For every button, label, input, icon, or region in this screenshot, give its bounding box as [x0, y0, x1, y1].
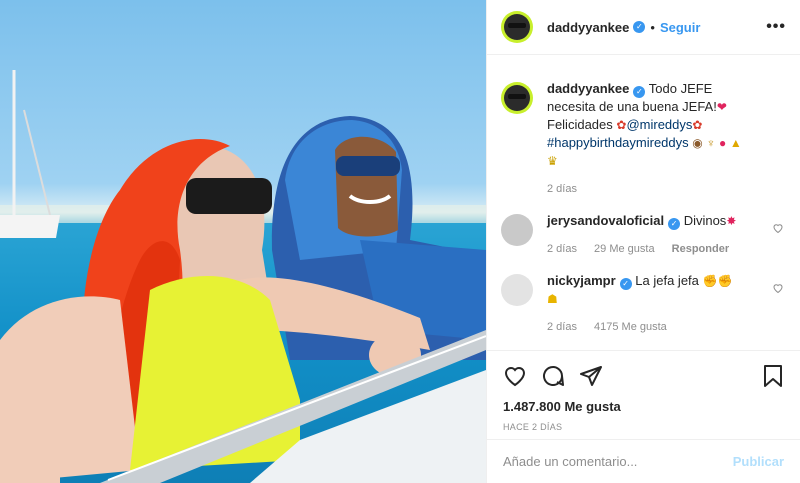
comment-text: La jefa jefa: [635, 273, 699, 288]
comment-item: jerysandovaloficial ✓ Divinos✸ 2 días 29 …: [501, 212, 784, 258]
flexed-biceps-emoji-icon: ✊: [717, 274, 733, 288]
post-date[interactable]: HACE 2 DÍAS: [503, 422, 784, 432]
caption-meta: 2 días: [547, 180, 764, 198]
comment-body: nickyjampr ✓ La jefa jefa ✊✊ ☗ 2 días 417…: [547, 272, 784, 336]
bookmark-icon[interactable]: [762, 364, 784, 388]
add-comment-bar: Publicar: [487, 439, 800, 483]
caption-body: daddyyankee ✓ Todo JEFE necesita de una b…: [547, 80, 784, 198]
post-photo[interactable]: [0, 0, 486, 483]
post-actions: 1.487.800 Me gusta HACE 2 DÍAS: [487, 350, 800, 432]
comment-meta: 2 días 29 Me gusta Responder: [547, 240, 764, 258]
comments-list[interactable]: daddyyankee ✓ Todo JEFE necesita de una b…: [487, 56, 800, 350]
comment-time[interactable]: 2 días: [547, 243, 577, 255]
reply-button[interactable]: Responder: [672, 243, 729, 255]
author-avatar[interactable]: [501, 11, 533, 43]
comment-avatar[interactable]: [501, 214, 533, 246]
publish-button[interactable]: Publicar: [733, 454, 784, 469]
verified-badge-icon: ✓: [633, 86, 646, 98]
comment-like-heart-icon[interactable]: [772, 282, 784, 294]
comment-text: Divinos: [683, 213, 727, 228]
share-icon[interactable]: [579, 364, 603, 388]
folded-hands-emoji-icon: ☗: [547, 292, 558, 306]
comment-like-heart-icon[interactable]: [772, 222, 784, 234]
champagne-emoji-icon: ♆: [706, 136, 716, 150]
likes-count[interactable]: 1.487.800 Me gusta: [503, 399, 784, 414]
verified-badge-icon: ✓: [619, 278, 632, 290]
comment-avatar[interactable]: [501, 274, 533, 306]
post-side-panel: daddyyankee ✓ • Seguir ••• daddyyankee ✓ …: [486, 0, 800, 483]
author-avatar-image: [504, 14, 530, 40]
caption-avatar-image: [504, 85, 530, 111]
post-header: daddyyankee ✓ • Seguir •••: [487, 0, 800, 55]
flexed-biceps-emoji-icon: ✊: [702, 274, 718, 288]
caption-text-2: Felicidades: [547, 117, 613, 132]
caption-avatar[interactable]: [501, 82, 533, 114]
more-options-icon[interactable]: •••: [766, 18, 786, 36]
balloon-emoji-icon: ●: [719, 136, 727, 150]
comment-likes[interactable]: 4175 Me gusta: [594, 321, 667, 333]
crown-emoji-icon: ♛: [547, 154, 558, 168]
rose-emoji-icon: ✿: [692, 118, 703, 132]
comment-likes[interactable]: 29 Me gusta: [594, 243, 655, 255]
explosion-emoji-icon: ✸: [726, 214, 737, 228]
verified-badge-icon: ✓: [668, 218, 681, 230]
comment-time[interactable]: 2 días: [547, 321, 577, 333]
photo-illustration: [0, 70, 486, 483]
comment-icon[interactable]: [541, 364, 565, 388]
comment-body: jerysandovaloficial ✓ Divinos✸ 2 días 29 …: [547, 212, 784, 258]
red-heart-emoji-icon: ❤: [716, 100, 727, 114]
caption-username[interactable]: daddyyankee: [547, 81, 629, 96]
comment-input[interactable]: [503, 454, 733, 469]
caption-mention[interactable]: @mireddys: [626, 117, 692, 132]
header-separator: •: [650, 19, 655, 35]
action-icons: [503, 363, 784, 389]
party-popper-emoji-icon: ▲: [729, 136, 742, 150]
caption-hashtag[interactable]: #happybirthdaymireddys: [547, 135, 689, 150]
cake-emoji-icon: ◉: [692, 136, 703, 150]
comment-meta: 2 días 4175 Me gusta: [547, 318, 764, 336]
heart-icon[interactable]: [503, 364, 527, 388]
rose-emoji-icon: ✿: [616, 118, 627, 132]
caption-time[interactable]: 2 días: [547, 183, 577, 195]
verified-badge-icon: ✓: [633, 21, 646, 33]
comment-item: nickyjampr ✓ La jefa jefa ✊✊ ☗ 2 días 417…: [501, 272, 784, 336]
caption: daddyyankee ✓ Todo JEFE necesita de una b…: [501, 80, 784, 198]
comment-username[interactable]: jerysandovaloficial: [547, 213, 664, 228]
author-username[interactable]: daddyyankee: [547, 20, 629, 35]
comment-username[interactable]: nickyjampr: [547, 273, 616, 288]
instagram-post: daddyyankee ✓ • Seguir ••• daddyyankee ✓ …: [0, 0, 800, 483]
follow-button[interactable]: Seguir: [660, 20, 700, 35]
